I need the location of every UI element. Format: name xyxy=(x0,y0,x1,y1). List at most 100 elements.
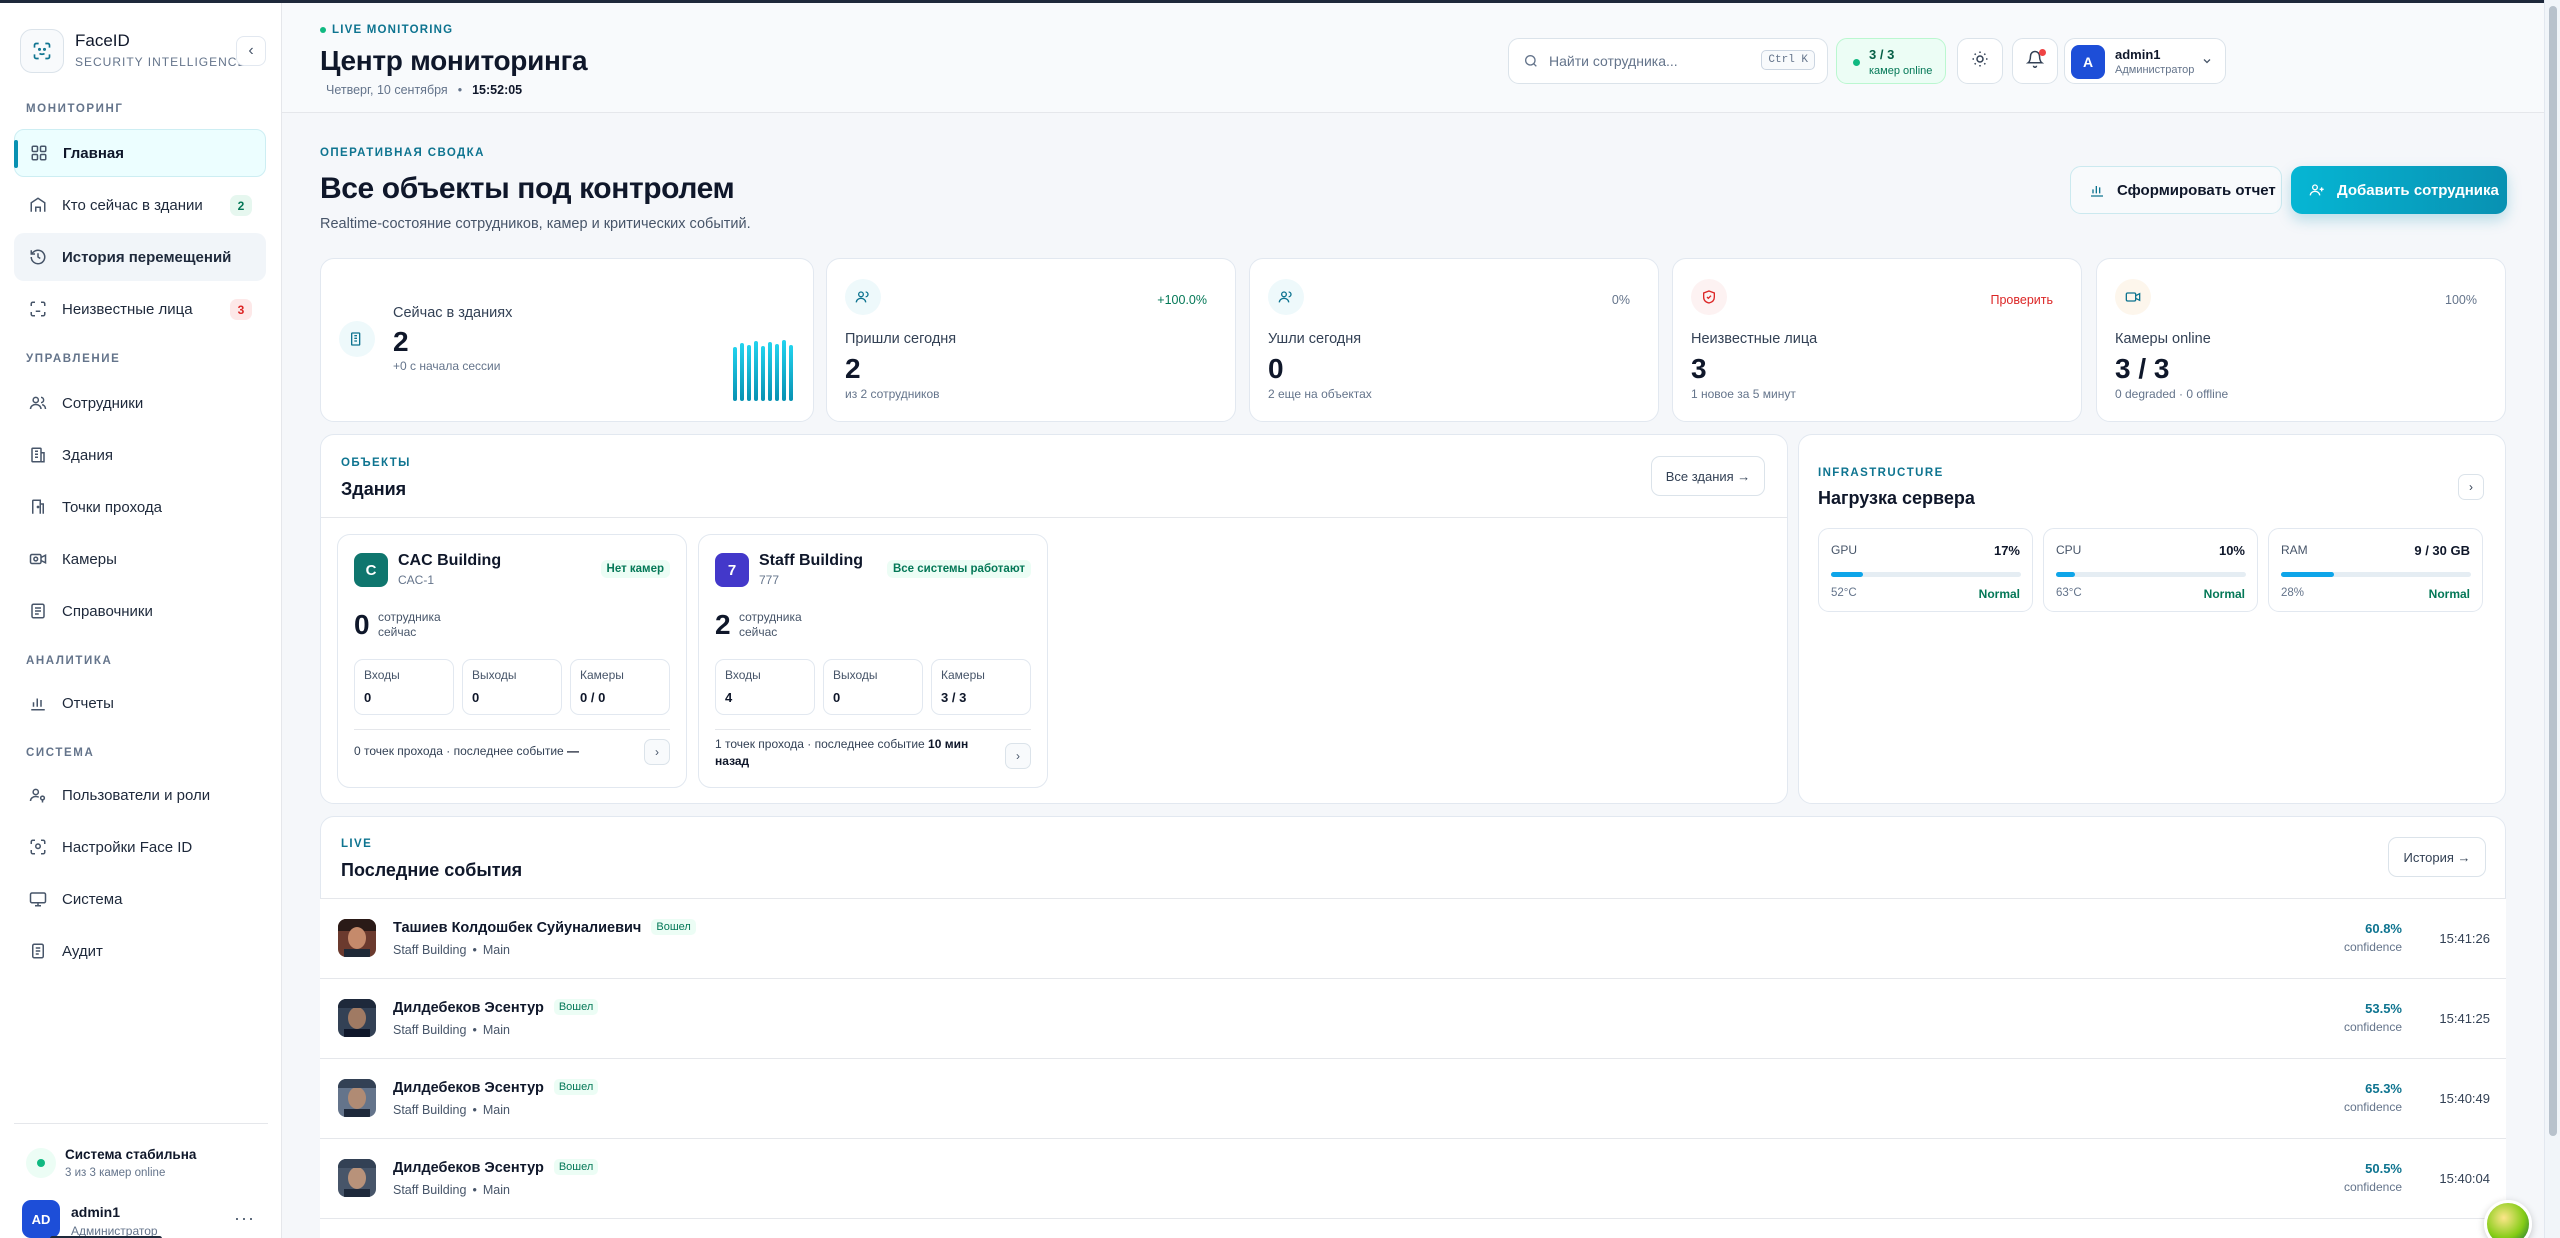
sidebar-item-label: Неизвестные лица xyxy=(62,300,193,318)
face-scan-icon xyxy=(28,837,48,857)
person-name: Дилдебеков Эсентур xyxy=(393,1160,544,1176)
add-employee-button[interactable]: Добавить сотрудника xyxy=(2291,166,2507,214)
cameras-label: Камеры xyxy=(941,668,985,682)
page-scrollbar[interactable] xyxy=(2544,0,2560,1238)
history-button[interactable]: История → xyxy=(2388,837,2486,877)
entries-value: 4 xyxy=(725,690,733,705)
scrollbar-thumb[interactable] xyxy=(2549,6,2557,1136)
building-logo: C xyxy=(354,553,388,587)
theme-toggle-button[interactable] xyxy=(1957,38,2003,84)
sidebar-item-faceid-settings[interactable]: Настройки Face ID xyxy=(14,823,266,871)
sidebar-item-audit[interactable]: Аудит xyxy=(14,927,266,975)
event-row[interactable]: Дилдебеков Эсентур Вошел Staff Building • M… xyxy=(320,1138,2506,1218)
building-footer: 1 точек прохода · последнее событие 10 м… xyxy=(715,736,975,770)
server-details-button[interactable]: › xyxy=(2458,474,2484,500)
check-link[interactable]: Проверить xyxy=(1984,291,2059,309)
exits-value: 0 xyxy=(472,690,480,705)
event-person: Дилдебеков Эсентур Вошел xyxy=(393,1079,599,1096)
sidebar-item-home[interactable]: Главная xyxy=(14,129,266,177)
stat-card-cameras-online[interactable]: 100% Камеры online 3 / 3 0 degraded · 0 … xyxy=(2096,258,2506,422)
open-building-button[interactable]: › xyxy=(644,739,670,765)
chart-icon xyxy=(28,693,48,713)
more-options-button[interactable]: ··· xyxy=(234,1208,255,1229)
open-building-button[interactable]: › xyxy=(1005,743,1031,769)
notification-dot xyxy=(2039,49,2046,56)
user-menu[interactable]: A admin1 Администратор xyxy=(2064,38,2226,84)
search-box: Ctrl K xyxy=(1508,38,1828,84)
entries-box: Входы 4 xyxy=(715,659,815,715)
event-building: Staff Building xyxy=(393,1023,467,1037)
exits-value: 0 xyxy=(833,690,841,705)
clipboard-icon xyxy=(28,941,48,961)
section-label-management: УПРАВЛЕНИЕ xyxy=(26,353,121,365)
sidebar-item-employees[interactable]: Сотрудники xyxy=(14,379,266,427)
sidebar-item-reports[interactable]: Отчеты xyxy=(14,679,266,727)
sidebar-item-users-roles[interactable]: Пользователи и роли xyxy=(14,771,266,819)
sidebar-item-label: Главная xyxy=(63,144,125,162)
confidence-label: confidence xyxy=(2343,1100,2402,1114)
section-label-monitoring: МОНИТОРИНГ xyxy=(26,103,124,115)
cameras-online-label: камер online xyxy=(1869,65,1933,77)
metric-temperature: 52°C xyxy=(1831,587,1857,599)
sidebar-item-history[interactable]: История перемещений xyxy=(14,233,266,281)
stat-subtitle: из 2 сотрудников xyxy=(845,387,940,401)
sidebar-item-who-in-building[interactable]: Кто сейчас в здании 2 xyxy=(14,181,266,229)
stat-label: Сейчас в зданиях xyxy=(393,305,513,321)
recent-events-title: Последние события xyxy=(341,860,523,880)
generate-report-label: Сформировать отчет xyxy=(2117,181,2276,199)
sidebar-item-system[interactable]: Система xyxy=(14,875,266,923)
users-icon xyxy=(1268,279,1304,315)
employee-photo xyxy=(338,1079,376,1117)
building-card-cac[interactable]: C CAC Building CAC-1 Нет камер 0 сотрудн… xyxy=(337,534,687,788)
hero-title: Все объекты под контролем xyxy=(320,172,735,205)
stat-card-unknown-faces[interactable]: Проверить Неизвестные лица 3 1 новое за … xyxy=(1672,258,2082,422)
entries-value: 0 xyxy=(364,690,372,705)
entries-label: Входы xyxy=(725,668,761,682)
event-person: Ташиев Колдошбек Суйуналиевич Вошел xyxy=(393,919,696,936)
assistant-floating-button[interactable] xyxy=(2484,1200,2532,1238)
sidebar-item-buildings[interactable]: Здания xyxy=(14,431,266,479)
cameras-box: Камеры 3 / 3 xyxy=(931,659,1031,715)
separator: • xyxy=(457,83,463,97)
live-monitoring-label: LIVE MONITORING xyxy=(320,24,453,36)
event-row[interactable]: Ташиев Колдошбек Суйуналиевич Вошел Staff… xyxy=(320,898,2506,978)
sidebar-item-directories[interactable]: Справочники xyxy=(14,587,266,635)
avatar[interactable]: AD xyxy=(22,1200,60,1238)
building-code: CAC-1 xyxy=(398,573,435,587)
sidebar-item-unknown-faces[interactable]: Неизвестные лица 3 xyxy=(14,285,266,333)
cameras-value: 0 / 0 xyxy=(580,690,606,705)
status-dot-icon xyxy=(1853,59,1860,66)
stat-card-left-today[interactable]: 0% Ушли сегодня 0 2 еще на объектах xyxy=(1249,258,1659,422)
building-card-staff[interactable]: 7 Staff Building 777 Все системы работаю… xyxy=(698,534,1048,788)
metric-status: Normal xyxy=(2428,587,2470,601)
event-row[interactable]: Дилдебеков Эсентур Вошел Staff Building • M… xyxy=(320,978,2506,1058)
employee-photo xyxy=(338,1159,376,1197)
stat-subtitle: +0 с начала сессии xyxy=(393,359,501,373)
page-title: Центр мониторинга xyxy=(320,45,588,76)
stat-value: 2 xyxy=(393,326,409,357)
event-row[interactable]: Дилдебеков Эсентур Вошел Staff Building • M… xyxy=(320,1058,2506,1138)
stat-card-arrived-today[interactable]: +100.0% Пришли сегодня 2 из 2 сотруднико… xyxy=(826,258,1236,422)
metric-progress-track xyxy=(2281,572,2471,577)
sidebar-item-label: Аудит xyxy=(62,942,103,960)
sidebar-item-label: Отчеты xyxy=(62,694,114,712)
infrastructure-eyebrow: INFRASTRUCTURE xyxy=(1818,467,1944,479)
notifications-button[interactable] xyxy=(2012,38,2058,84)
collapse-sidebar-button[interactable]: ‹ xyxy=(236,36,266,66)
sidebar-item-access-points[interactable]: Точки прохода xyxy=(14,483,266,531)
exits-box: Выходы 0 xyxy=(462,659,562,715)
system-status-subtitle: 3 из 3 камер online xyxy=(65,1167,166,1179)
all-buildings-button[interactable]: Все здания → xyxy=(1651,456,1765,496)
section-label-system: СИСТЕМА xyxy=(26,747,95,759)
search-input[interactable] xyxy=(1549,53,1749,69)
stat-card-in-buildings[interactable]: Сейчас в зданиях 2 +0 с начала сессии xyxy=(320,258,814,422)
sidebar-item-cameras[interactable]: Камеры xyxy=(14,535,266,583)
stat-label: Пришли сегодня xyxy=(845,331,957,347)
footer-text: 0 точек прохода · последнее событие xyxy=(354,744,564,758)
sidebar-item-label: Сотрудники xyxy=(62,394,144,412)
cameras-online-status[interactable]: 3 / 3 камер online xyxy=(1836,38,1946,84)
generate-report-button[interactable]: Сформировать отчет xyxy=(2070,166,2282,214)
office-icon xyxy=(28,445,48,465)
event-time: 15:41:26 xyxy=(2439,931,2490,946)
live-label-text: LIVE MONITORING xyxy=(332,24,454,36)
